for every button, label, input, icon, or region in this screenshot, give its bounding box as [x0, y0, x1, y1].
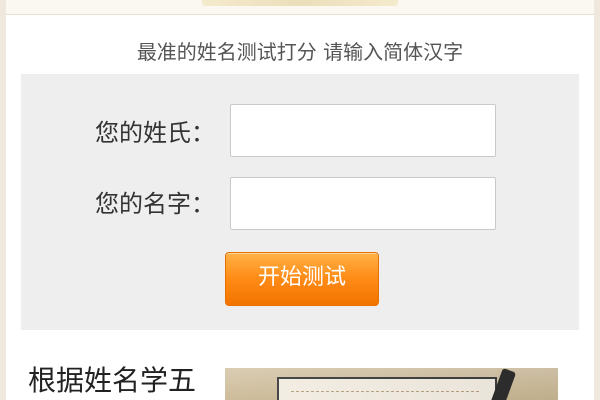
start-test-button[interactable]: 开始测试 [225, 252, 379, 306]
name-test-form: 您的姓氏： 您的名字： 开始测试 [21, 74, 579, 330]
given-name-input[interactable] [230, 177, 496, 230]
cropped-banner-title [202, 0, 398, 6]
page-subtitle: 最准的姓名测试打分 请输入简体汉字 [136, 40, 464, 64]
article-title-link[interactable]: 根据姓名学五 [28, 362, 196, 400]
top-banner [6, 0, 594, 15]
surname-input[interactable] [230, 104, 496, 157]
given-name-label: 您的名字： [95, 190, 215, 218]
surname-label: 您的姓氏： [95, 119, 215, 147]
thumbnail-shading [225, 368, 558, 400]
article-thumbnail-image[interactable] [225, 368, 558, 400]
